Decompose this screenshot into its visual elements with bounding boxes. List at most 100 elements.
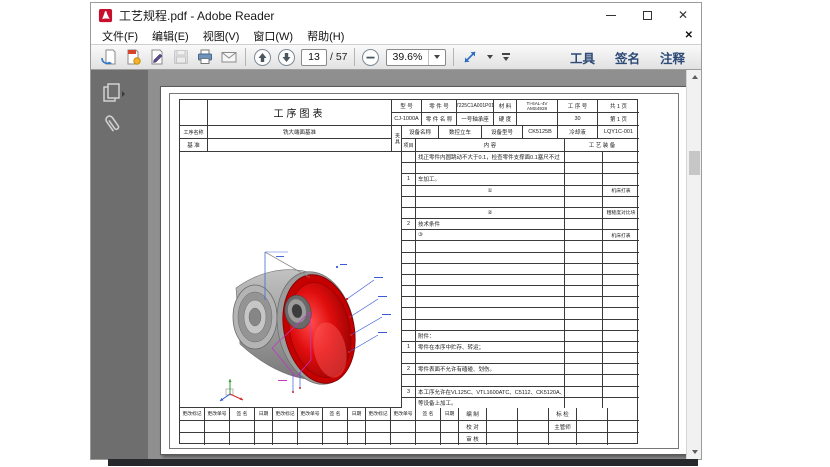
table-row: 1 车加工。	[402, 174, 639, 185]
previous-page-button[interactable]	[250, 46, 274, 68]
corner-cell	[180, 100, 208, 126]
table-row	[402, 375, 639, 386]
table-row: 等设备上加工。	[402, 398, 639, 408]
attachments-button[interactable]	[91, 109, 148, 139]
table-row: 找正零件内圆跳动不大于0.1，检查零件支撑面0.1塞尺不过	[402, 152, 639, 163]
zoom-out-button[interactable]	[359, 46, 383, 68]
row-number: 2	[402, 364, 416, 374]
open-button[interactable]	[97, 46, 121, 68]
email-button[interactable]	[217, 46, 241, 68]
coolant-label-cell: 冷却液	[558, 126, 598, 139]
scroll-up-button[interactable]	[687, 70, 702, 84]
part-name-label-cell: 零 件 名 称	[422, 113, 457, 126]
close-icon: ✕	[678, 9, 688, 21]
material-line2: AMS4928	[527, 106, 547, 112]
panel-button[interactable]: 工具	[560, 48, 605, 67]
document-close-icon[interactable]: ✕	[685, 30, 693, 41]
row-tooling	[603, 219, 639, 229]
panel-button[interactable]: 签名	[605, 48, 650, 67]
change-record-header: 更改单号	[391, 408, 416, 420]
part-drawing-cell	[180, 152, 402, 408]
row-tooling-blank	[565, 308, 603, 318]
panel-button[interactable]: 注释	[650, 48, 695, 67]
toolbar-separator	[354, 48, 355, 66]
row-content: 找正零件内圆跳动不大于0.1，检查零件支撑面0.1塞尺不过	[416, 152, 565, 162]
scroll-down-icon	[692, 450, 698, 454]
menu-item[interactable]: 帮助(H)	[300, 28, 351, 44]
row-content	[416, 253, 565, 263]
row-number	[402, 275, 416, 285]
create-pdf-button[interactable]	[121, 46, 145, 68]
save-button[interactable]	[169, 46, 193, 68]
page-thumbnails-button[interactable]	[91, 79, 148, 109]
edit-sign-cell	[487, 408, 518, 420]
row-tooling-blank	[565, 152, 603, 162]
print-button[interactable]	[193, 46, 217, 68]
scrollbar-thumb[interactable]	[689, 151, 700, 175]
fit-window-button[interactable]	[458, 46, 482, 68]
row-content	[416, 264, 565, 274]
toolbar-overflow-button[interactable]	[502, 53, 510, 61]
menu-item[interactable]: 编辑(E)	[145, 28, 196, 44]
table-row	[402, 163, 639, 174]
row-content	[416, 197, 565, 207]
row-tooling	[603, 331, 639, 341]
scroll-down-button[interactable]	[687, 445, 702, 459]
close-button[interactable]: ✕	[665, 3, 701, 27]
change-record-header: 更改单号	[205, 408, 230, 420]
sheet-title: 工序图表	[274, 105, 326, 120]
row-content	[416, 308, 565, 318]
page-total-label: / 57	[330, 51, 348, 63]
menu-item[interactable]: 窗口(W)	[246, 28, 300, 44]
fill-sign-button[interactable]	[145, 46, 169, 68]
row-tooling	[603, 286, 639, 296]
row-number	[402, 297, 416, 307]
row-tooling	[603, 241, 639, 251]
zoom-out-icon	[361, 48, 380, 67]
hardness-label-cell: 硬 度	[494, 113, 517, 126]
chief-sign-cell	[577, 421, 608, 433]
row-content	[416, 163, 565, 173]
change-record-header: 日期	[441, 408, 459, 420]
create-pdf-icon	[124, 48, 142, 66]
item-label-cell: 项目	[402, 139, 416, 152]
row-tooling-blank	[565, 320, 603, 330]
content-label-cell: 内 容	[416, 139, 565, 152]
table-row	[402, 264, 639, 275]
row-number	[402, 353, 416, 363]
table-row: ② 粗糙度对比块	[402, 208, 639, 219]
maximize-button[interactable]	[629, 3, 665, 27]
menu-item[interactable]: 文件(F)	[95, 28, 145, 44]
row-tooling-blank	[565, 342, 603, 352]
table-row: ③ 机床打表	[402, 230, 639, 241]
chevron-down-icon[interactable]	[487, 55, 493, 59]
change-record-header: 日期	[348, 408, 366, 420]
page-down-icon	[277, 48, 296, 67]
row-number	[402, 320, 416, 330]
row-number: 2	[402, 219, 416, 229]
taskbar-strip	[108, 459, 698, 466]
change-record-header: 更改单号	[298, 408, 323, 420]
screen: 工艺规程.pdf - Adobe Reader ✕ 文件(F)编辑(E)视图(V…	[0, 0, 830, 467]
row-tooling	[603, 308, 639, 318]
row-tooling	[603, 253, 639, 263]
change-record-empty	[180, 421, 459, 433]
change-record-header: 日期	[255, 408, 273, 420]
minimize-button[interactable]	[593, 3, 629, 27]
vertical-scrollbar[interactable]	[686, 70, 701, 459]
row-tooling-blank	[565, 364, 603, 374]
next-page-button[interactable]	[274, 46, 298, 68]
row-content: 本工序允许在VL125C、VTL1600ATC、C5112、CK5120A、CH…	[416, 387, 565, 397]
page-number-input[interactable]: 13	[301, 49, 327, 66]
row-content	[416, 297, 565, 307]
row-tooling-blank	[565, 286, 603, 296]
row-tooling	[603, 387, 639, 397]
menu-item[interactable]: 视图(V)	[196, 28, 247, 44]
coolant-value-cell: LQY1C-001	[598, 126, 639, 139]
row-tooling-blank	[565, 253, 603, 263]
row-tooling-blank	[565, 186, 603, 196]
zoom-level-select[interactable]: 39.6%	[386, 49, 447, 66]
row-tooling	[603, 174, 639, 184]
row-tooling-blank	[565, 398, 603, 408]
equip-model-value-cell: CK5125B	[523, 126, 558, 139]
